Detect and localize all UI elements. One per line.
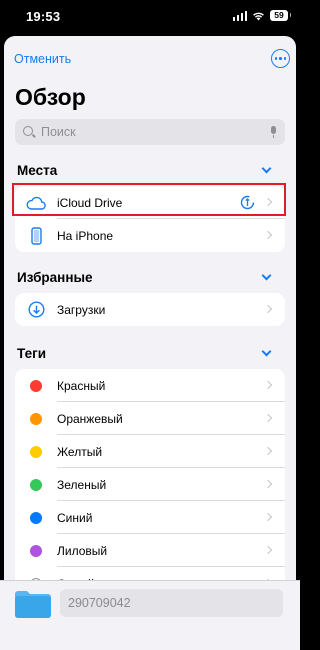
status-indicators: 59	[232, 10, 291, 21]
folder-icon	[15, 591, 51, 618]
list-item-label: Оранжевый	[57, 411, 123, 426]
tag-color-dot	[30, 511, 42, 524]
battery-indicator: 59	[270, 10, 291, 21]
microphone-icon[interactable]	[269, 125, 277, 139]
search-input[interactable]	[41, 125, 269, 139]
chevron-down-icon[interactable]	[261, 270, 272, 281]
tag-color-dot	[30, 478, 42, 491]
list-item-icloud-drive[interactable]: iCloud Drive	[15, 186, 285, 219]
status-bar: 19:53 59	[0, 0, 300, 34]
list-item-tag-red[interactable]: Красный	[15, 369, 285, 402]
list-item-label: Красный	[57, 378, 106, 393]
tag-color-dot	[30, 379, 42, 392]
list-item-label: Синий	[57, 510, 93, 525]
list-item-label: Загрузки	[57, 302, 106, 317]
page-title: Обзор	[15, 84, 86, 110]
browse-sheet: Отменить Обзор Места iCloud Drive	[4, 36, 296, 650]
list-item-downloads[interactable]: Загрузки	[15, 293, 285, 326]
favorites-group: Загрузки	[15, 293, 285, 326]
tag-color-dot	[30, 544, 42, 557]
list-item-tag-yellow[interactable]: Желтый	[15, 435, 285, 468]
search-icon	[23, 125, 36, 139]
list-item-tag-orange[interactable]: Оранжевый	[15, 402, 285, 435]
tags-group: Красный Оранжевый Желтый Зеленый Синий Л…	[15, 369, 285, 589]
list-item-tag-green[interactable]: Зеленый	[15, 468, 285, 501]
wifi-icon	[253, 12, 264, 20]
cancel-button[interactable]: Отменить	[14, 52, 71, 66]
list-item-on-iphone[interactable]: На iPhone	[15, 219, 285, 252]
list-item-tag-purple[interactable]: Лиловый	[15, 534, 285, 567]
filename-field[interactable]	[60, 589, 283, 617]
section-header-tags: Теги	[17, 346, 47, 361]
more-options-icon[interactable]	[271, 49, 290, 68]
section-header-favorites: Избранные	[17, 270, 93, 285]
cloud-icon	[26, 196, 46, 210]
chevron-down-icon[interactable]	[261, 346, 272, 357]
download-circle-icon	[27, 301, 45, 318]
places-group: iCloud Drive На iPhone	[15, 186, 285, 252]
iphone-icon	[30, 226, 42, 245]
sync-progress-icon	[240, 195, 255, 210]
list-item-label: Лиловый	[57, 543, 108, 558]
list-item-label: Зеленый	[57, 477, 107, 492]
list-item-tag-blue[interactable]: Синий	[15, 501, 285, 534]
status-time: 19:53	[26, 9, 61, 24]
sheet-nav-bar: Отменить	[4, 36, 296, 82]
tag-color-dot	[30, 412, 42, 425]
bottom-save-bar	[0, 580, 300, 650]
tag-color-dot	[30, 445, 42, 458]
search-bar[interactable]	[15, 119, 285, 145]
list-item-label: На iPhone	[57, 228, 114, 243]
chevron-down-icon[interactable]	[261, 163, 272, 174]
cellular-signal-icon	[232, 10, 247, 21]
list-item-label: Желтый	[57, 444, 103, 459]
section-header-places: Места	[17, 163, 58, 178]
